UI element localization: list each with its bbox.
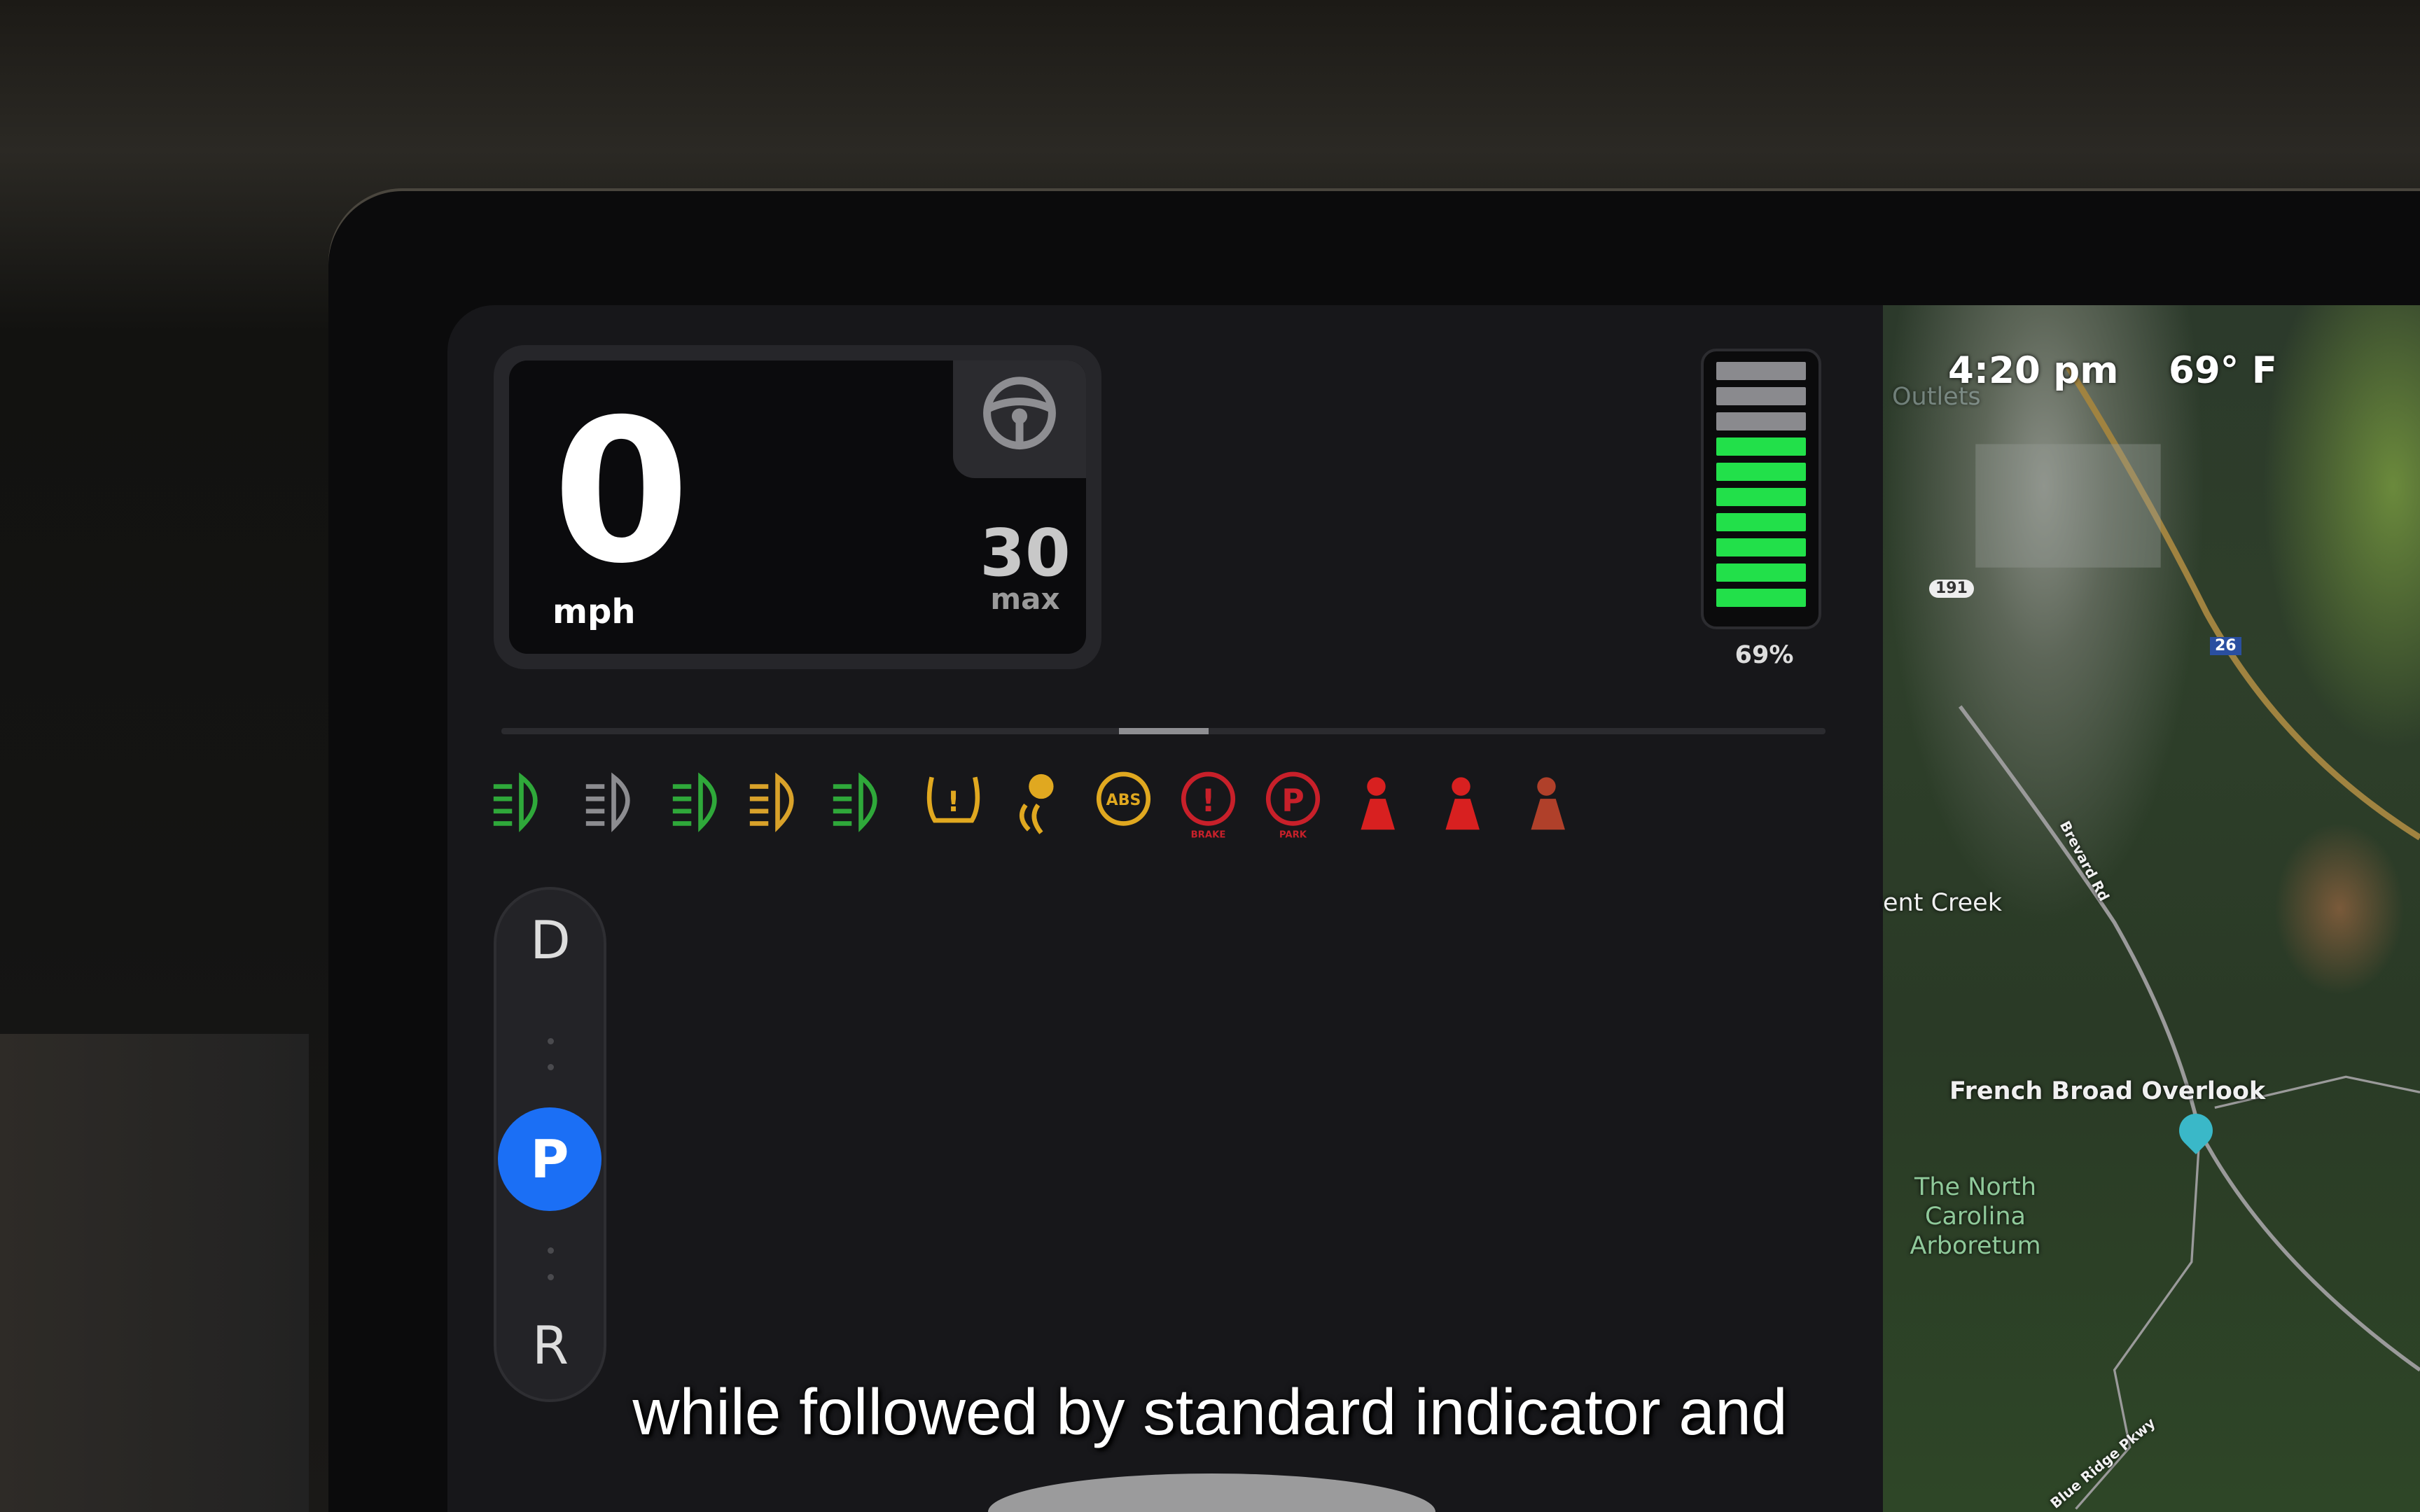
autopilot-badge[interactable] [953,360,1086,478]
brake-warning-icon: ! BRAKE [1174,768,1242,842]
seatbelt-warning-icon [1342,768,1410,842]
speed-limit-value: 30 [980,515,1071,591]
parking-lights-icon [827,768,895,842]
airbag-warning-icon [1427,768,1495,842]
tire-pressure-warning-icon: ! [919,768,987,842]
video-subtitle: while followed by standard indicator and [632,1376,1788,1448]
battery-segment-filled [1716,488,1806,506]
gear-r[interactable]: R [496,1317,604,1375]
traction-control-icon [1004,768,1072,842]
speed-value: 0 [552,377,690,607]
svg-text:BRAKE: BRAKE [1191,830,1226,840]
svg-text:PARK: PARK [1279,830,1307,840]
battery-segment-filled [1716,463,1806,481]
page-indicator-active [1119,728,1209,734]
speedometer-display: 0 mph 30 max [509,360,1086,654]
battery-segment-empty [1716,362,1806,380]
steering-wheel-icon [983,377,1056,450]
page-indicator[interactable] [501,728,1826,734]
occupant-sensor-icon [1512,768,1580,842]
temperature: 69° F [2169,349,2277,392]
svg-text:P: P [1281,783,1304,819]
route-191-shield: 191 [1929,580,1974,598]
map-label-overlook: French Broad Overlook [1949,1077,2266,1105]
gear-selector[interactable]: D P R [494,887,606,1402]
interstate-26-shield: 26 [2210,637,2241,656]
front-fog-light-icon [667,768,735,842]
auto-headlight-icon [580,768,648,842]
svg-text:!: ! [1201,783,1215,819]
battery-segment-filled [1716,538,1806,556]
rear-fog-light-icon [744,768,812,842]
video-frame: 0 mph 30 max 69% ! ABS! BRAKE P PARK D P R 4… [0,0,2420,1512]
map-label-creek: ent Creek [1883,889,2002,917]
battery-percent: 69% [1734,641,1794,669]
svg-text:!: ! [947,786,959,818]
speed-limit-label: max [990,582,1060,616]
gear-dot [548,1038,554,1044]
gear-dot [548,1274,554,1280]
abs-warning-icon: ABS [1090,768,1157,842]
battery-segment-filled [1716,564,1806,582]
map-label-arboretum: The North Carolina Arboretum [1910,1173,2041,1260]
speedometer-panel: 0 mph 30 max [494,345,1101,669]
satellite-map[interactable]: 4:20 pm 69° F Outlets 191 26 ent Creek B… [1883,305,2420,1512]
map-label-outlets: Outlets [1892,383,1981,411]
battery-segment-empty [1716,387,1806,405]
gear-d[interactable]: D [496,911,604,969]
parking-brake-icon: P PARK [1259,768,1327,842]
battery-segment-empty [1716,412,1806,430]
battery-segment-filled [1716,589,1806,607]
svg-text:ABS: ABS [1106,792,1141,809]
gear-dot [548,1247,554,1254]
battery-gauge [1701,349,1821,629]
battery-segment-filled [1716,438,1806,456]
gear-p-selected[interactable]: P [498,1107,601,1211]
gear-dot [548,1064,554,1070]
battery-segment-filled [1716,513,1806,531]
low-beam-icon [487,768,555,842]
speed-unit: mph [552,592,636,631]
